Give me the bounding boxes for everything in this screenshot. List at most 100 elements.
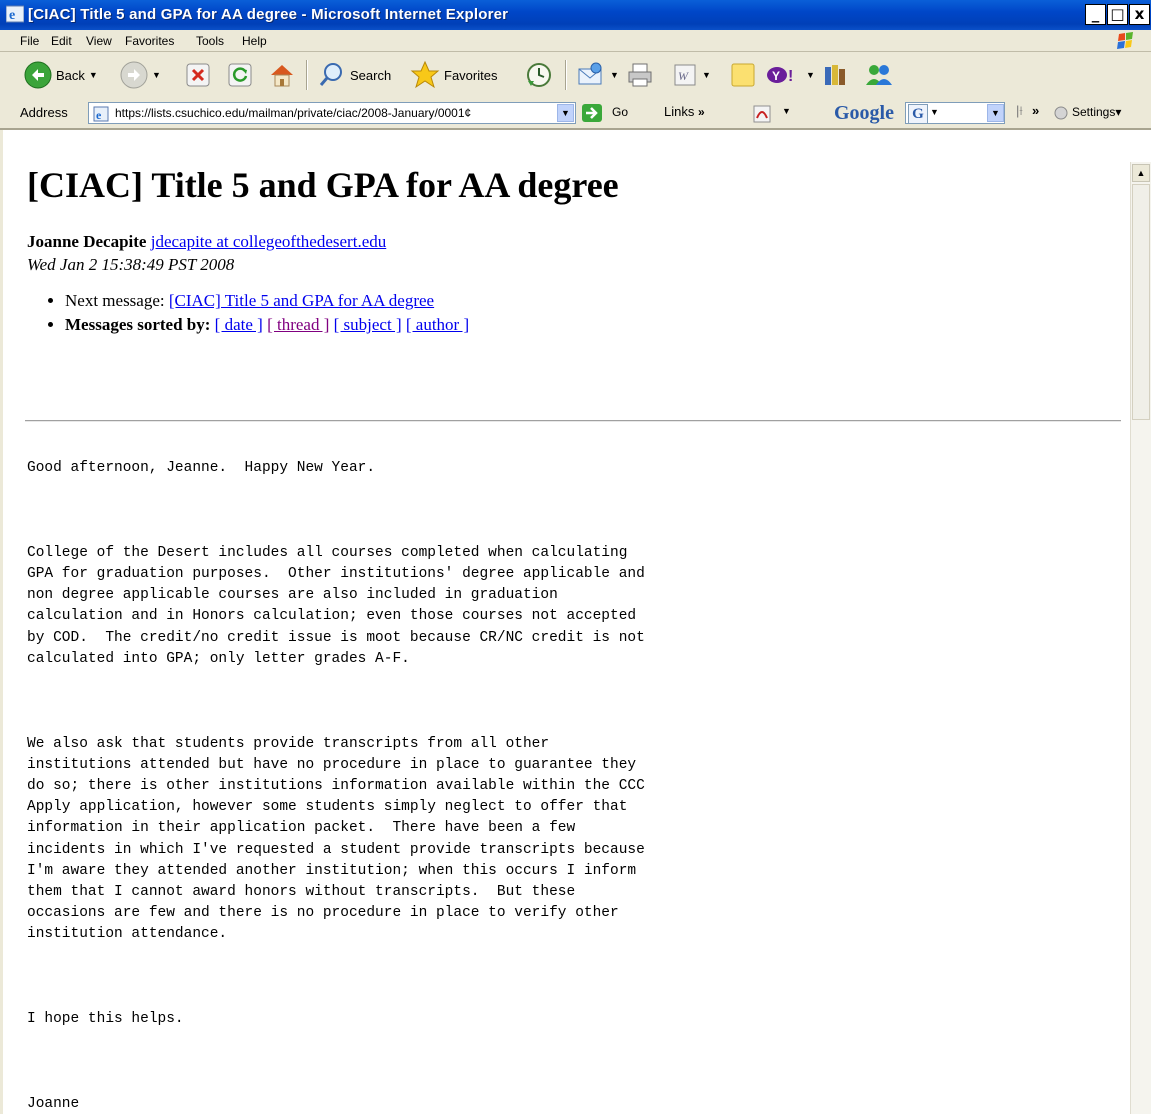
forward-dropdown-icon[interactable]: ▼ <box>152 70 161 80</box>
toolbar-separator <box>306 60 308 90</box>
research-button[interactable] <box>822 60 850 90</box>
menu-file[interactable]: File <box>20 34 39 48</box>
favorites-button[interactable]: Favorites <box>410 60 497 90</box>
divider <box>25 420 1121 422</box>
favorites-label: Favorites <box>444 67 498 83</box>
menu-edit[interactable]: Edit <box>51 34 72 48</box>
history-icon <box>527 63 551 87</box>
message-date: Wed Jan 2 15:38:49 PST 2008 <box>27 255 235 274</box>
links-button[interactable]: Links » <box>664 104 705 119</box>
next-message-prefix: Next message: <box>65 291 169 310</box>
forward-arrow-icon <box>120 61 148 89</box>
google-menu-arrow-icon: ▼ <box>930 107 939 117</box>
refresh-button[interactable] <box>228 60 252 90</box>
sorted-by-label: Messages sorted by: <box>65 315 211 334</box>
google-logo: Google <box>834 102 894 124</box>
window-titlebar: e [CIAC] Title 5 and GPA for AA degree -… <box>0 0 1151 30</box>
mail-button[interactable]: ▼ <box>576 60 619 90</box>
window-title: [CIAC] Title 5 and GPA for AA degree - M… <box>28 6 509 23</box>
sort-by-author-link[interactable]: [ author ] <box>406 315 469 334</box>
yahoo-dropdown-icon[interactable]: ▼ <box>806 70 815 80</box>
history-button[interactable] <box>525 60 553 90</box>
sort-links-item: Messages sorted by: [ date ] [ thread ] … <box>65 313 1127 337</box>
svg-text:Y: Y <box>772 69 780 83</box>
message-body: Good afternoon, Jeanne. Happy New Year. … <box>27 460 645 1113</box>
minimize-button[interactable]: _ <box>1085 4 1106 25</box>
message-navigation: Next message: [CIAC] Title 5 and GPA for… <box>27 289 1127 337</box>
svg-text:e: e <box>9 8 15 23</box>
address-url: https://lists.csuchico.edu/mailman/priva… <box>115 106 472 120</box>
go-arrow-icon[interactable] <box>582 104 602 122</box>
print-button[interactable] <box>626 60 654 90</box>
author-name: Joanne Decapite <box>27 232 147 251</box>
search-label: Search <box>350 67 392 83</box>
sort-by-date-link[interactable]: [ date ] <box>215 315 263 334</box>
next-message-item: Next message: [CIAC] Title 5 and GPA for… <box>65 289 1127 313</box>
menu-bar: File Edit View Favorites Tools Help <box>0 30 1151 52</box>
back-label: Back <box>56 67 85 83</box>
address-label: Address <box>20 105 68 120</box>
discuss-button[interactable] <box>730 60 756 90</box>
yahoo-button[interactable]: Y ! ▼ <box>766 60 815 90</box>
sort-by-thread-link[interactable]: [ thread ] <box>267 315 329 334</box>
maximize-button[interactable]: □ <box>1107 4 1128 25</box>
svg-text:!: ! <box>788 68 793 85</box>
scroll-up-button[interactable]: ▲ <box>1132 164 1150 182</box>
settings-radio-icon <box>1054 106 1068 120</box>
edit-word-button[interactable]: W ▼ <box>672 60 711 90</box>
toolbar-grip-icon: |⟊ <box>1016 103 1023 118</box>
messenger-button[interactable] <box>864 60 894 90</box>
menu-favorites[interactable]: Favorites <box>125 34 174 48</box>
settings-label: Settings <box>1072 105 1116 119</box>
address-input[interactable]: e https://lists.csuchico.edu/mailman/pri… <box>88 102 576 124</box>
forward-button[interactable]: ▼ <box>120 60 161 90</box>
ie-page-icon: e <box>93 106 109 122</box>
next-message-link[interactable]: [CIAC] Title 5 and GPA for AA degree <box>169 291 434 310</box>
google-dropdown-button[interactable]: ▼ <box>987 104 1004 122</box>
vertical-scrollbar[interactable]: ▲ <box>1130 162 1151 1114</box>
stop-button[interactable] <box>186 60 210 90</box>
author-line: Joanne Decapite jdecapite at collegeofth… <box>27 232 1127 252</box>
printer-icon <box>628 63 652 87</box>
address-dropdown-button[interactable]: ▼ <box>557 104 574 122</box>
sort-by-subject-link[interactable]: [ subject ] <box>334 315 402 334</box>
standard-toolbar: Back ▼ ▼ Search Favorites ▼ W ▼ Y ! ▼ <box>0 52 1151 99</box>
home-icon <box>271 65 293 87</box>
refresh-icon <box>228 63 252 87</box>
settings-button[interactable]: Settings▾ <box>1072 105 1121 119</box>
mail-dropdown-icon[interactable]: ▼ <box>610 70 619 80</box>
pdf-icon[interactable] <box>752 104 774 124</box>
yahoo-logo-icon: Y ! <box>767 67 793 85</box>
search-icon <box>319 63 342 86</box>
mail-icon <box>578 62 602 85</box>
favorites-star-icon <box>410 60 440 89</box>
go-button[interactable]: Go <box>612 105 628 119</box>
toolbar-separator <box>565 60 567 90</box>
back-dropdown-icon[interactable]: ▼ <box>89 70 98 80</box>
google-search-input[interactable]: G ▼ ▼ <box>905 102 1005 124</box>
ie-logo-icon: e <box>6 5 24 23</box>
page-viewport: [CIAC] Title 5 and GPA for AA degree Joa… <box>0 130 1131 1114</box>
back-button[interactable]: Back ▼ <box>24 60 98 90</box>
close-button[interactable]: x <box>1129 4 1150 25</box>
address-bar: Address e https://lists.csuchico.edu/mai… <box>0 98 1151 130</box>
svg-text:W: W <box>678 69 689 83</box>
word-document-icon: W <box>674 64 696 86</box>
scroll-thumb[interactable] <box>1132 184 1150 420</box>
research-books-icon <box>825 65 845 85</box>
menu-help[interactable]: Help <box>242 34 267 48</box>
search-button[interactable]: Search <box>318 60 391 90</box>
menu-view[interactable]: View <box>86 34 112 48</box>
pdf-dropdown-icon[interactable]: ▼ <box>782 106 791 116</box>
note-icon <box>731 63 755 87</box>
stop-icon <box>186 63 210 87</box>
more-chevron-icon[interactable]: » <box>1032 103 1039 118</box>
menu-tools[interactable]: Tools <box>196 34 224 48</box>
back-arrow-icon <box>24 61 52 89</box>
home-button[interactable] <box>268 60 296 90</box>
messenger-people-icon <box>866 65 892 85</box>
author-email-link[interactable]: jdecapite at collegeofthedesert.edu <box>151 232 387 251</box>
message-page: [CIAC] Title 5 and GPA for AA degree Joa… <box>27 164 1127 337</box>
svg-text:e: e <box>96 108 102 122</box>
edit-dropdown-icon[interactable]: ▼ <box>702 70 711 80</box>
